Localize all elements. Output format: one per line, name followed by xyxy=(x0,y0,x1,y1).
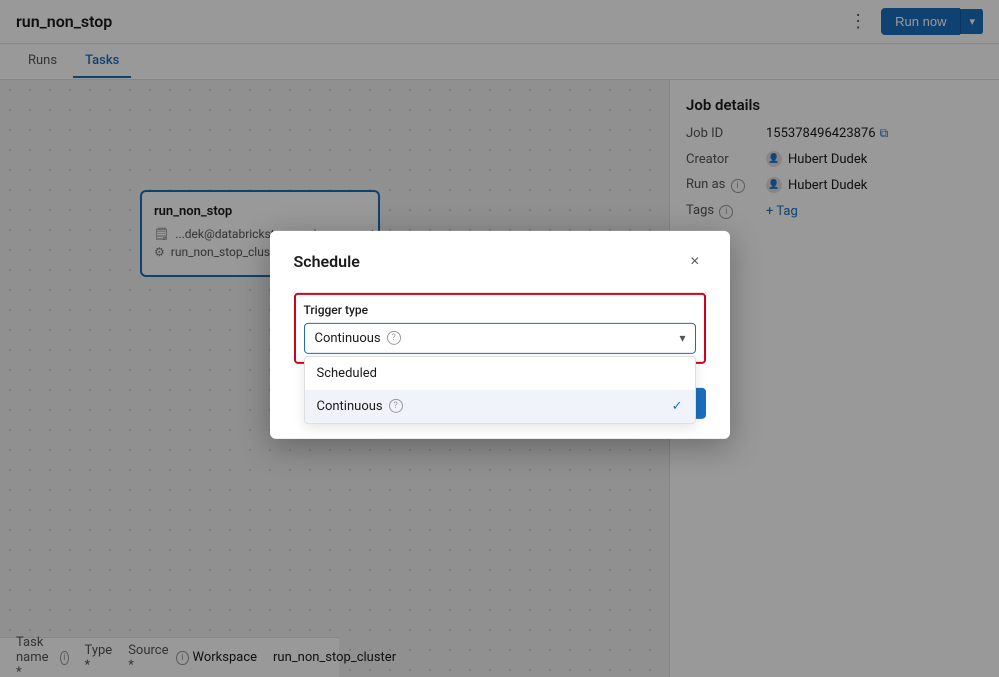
checkmark-icon: ✓ xyxy=(672,398,683,413)
dropdown-menu: Scheduled Continuous ? ✓ xyxy=(304,355,696,423)
trigger-type-dropdown[interactable]: Continuous ? xyxy=(304,322,696,353)
trigger-type-label: Trigger type xyxy=(304,302,696,316)
option-continuous-label: Continuous xyxy=(317,398,383,413)
modal-close-button[interactable]: × xyxy=(684,250,705,272)
dropdown-display-text: Continuous ? xyxy=(315,330,401,345)
trigger-type-box: Trigger type Continuous ? ▾ Scheduled xyxy=(294,292,706,363)
option-scheduled-label: Scheduled xyxy=(317,365,377,380)
page-background: run_non_stop ⋮ Run now ▾ Runs Tasks › ru… xyxy=(0,0,999,677)
dropdown-selected-value: Continuous xyxy=(315,330,381,345)
option-continuous-info-icon: ? xyxy=(389,399,403,413)
option-continuous-content: Continuous ? xyxy=(317,398,403,413)
modal-title: Schedule xyxy=(294,252,360,271)
dropdown-info-icon: ? xyxy=(387,331,401,345)
trigger-type-dropdown-wrapper: Continuous ? ▾ Scheduled Continuous ? xyxy=(304,322,696,353)
modal-header: Schedule × xyxy=(294,250,706,272)
option-continuous[interactable]: Continuous ? ✓ xyxy=(305,389,695,422)
option-scheduled[interactable]: Scheduled xyxy=(305,356,695,389)
schedule-modal: Schedule × Trigger type Continuous ? ▾ S… xyxy=(270,230,730,438)
